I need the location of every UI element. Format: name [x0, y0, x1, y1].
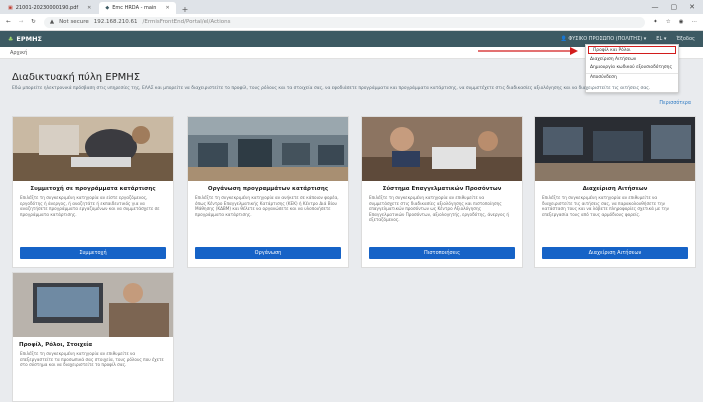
- browser-tab-active[interactable]: ◆ Emc HRDA - main ✕: [99, 2, 175, 14]
- card-training-organization: Οργάνωση προγραμμάτων κατάρτισης Επιλέξτ…: [187, 116, 349, 268]
- breadcrumb-home[interactable]: Αρχική: [10, 50, 27, 56]
- card-qualifications-system: Σύστημα Επαγγελματικών Προσόντων Επιλέξτ…: [361, 116, 523, 268]
- user-menu-button[interactable]: 👤 ΦΥΣΙΚΟ ΠΡΟΣΩΠΟ (ΠΟΛΙΤΗΣ) ▾: [560, 36, 646, 42]
- maximize-icon[interactable]: ▢: [671, 3, 678, 11]
- browser-tab[interactable]: ▣ 21001-20230000190.pdf ✕: [2, 2, 97, 14]
- user-icon: 👤: [560, 36, 566, 42]
- card-description: Επιλέξτε τη συγκεκριμένη κατηγορία αν αν…: [188, 195, 348, 217]
- reload-icon[interactable]: ↻: [31, 19, 36, 25]
- tab-title: 21001-20230000190.pdf: [16, 5, 78, 11]
- certifications-button[interactable]: Πιστοποιήσεις: [369, 247, 515, 259]
- menu-item-logout[interactable]: Αποσύνδεση: [586, 73, 678, 81]
- address-bar[interactable]: ▲ Not secure 192.168.210.61 /ErmisFrontE…: [44, 17, 645, 28]
- card-image: [13, 117, 173, 181]
- bookmark-icon[interactable]: ☆: [666, 19, 671, 25]
- card-description: Επιλέξτε τη συγκεκριμένη κατηγορία αν επ…: [362, 195, 522, 223]
- card-image: [188, 117, 348, 181]
- card-title: Διαχείριση Αιτήσεων: [535, 181, 695, 195]
- card-title: Σύστημα Επαγγελματικών Προσόντων: [362, 181, 522, 195]
- pdf-icon: ▣: [8, 5, 13, 11]
- menu-item-applications[interactable]: Διαχείριση Αιτήσεων: [586, 55, 678, 63]
- close-icon[interactable]: ✕: [87, 5, 91, 11]
- extension-icon[interactable]: ✦: [653, 19, 658, 25]
- forward-icon[interactable]: →: [19, 19, 24, 25]
- page-icon: ◆: [105, 5, 109, 11]
- manage-applications-button[interactable]: Διαχείριση Αιτήσεων: [542, 247, 688, 259]
- browser-toolbar: ← → ↻ ▲ Not secure 192.168.210.61 /Ermis…: [0, 14, 703, 31]
- card-title: Συμμετοχή σε προγράμματα κατάρτισης: [13, 181, 173, 195]
- url-host: 192.168.210.61: [94, 19, 138, 25]
- card-profile-roles: Προφίλ, Ρόλοι, Στοιχεία Επιλέξτε τη συγκ…: [12, 272, 174, 402]
- card-applications-management: Διαχείριση Αιτήσεων Επιλέξτε τη συγκεκρι…: [534, 116, 696, 268]
- minimize-icon[interactable]: —: [652, 3, 659, 11]
- language-button[interactable]: EL ▾: [656, 36, 666, 42]
- card-description: Επιλέξτε τη συγκεκριμένη κατηγορία αν επ…: [535, 195, 695, 217]
- card-image: [362, 117, 522, 181]
- card-training-participation: Συμμετοχή σε προγράμματα κατάρτισης Επιλ…: [12, 116, 174, 268]
- close-icon[interactable]: ✕: [165, 5, 169, 11]
- menu-icon[interactable]: ⋯: [692, 19, 698, 25]
- exit-button[interactable]: Έξοδος: [676, 36, 695, 42]
- language-label: EL: [656, 36, 662, 42]
- more-link[interactable]: Περισσότερα: [659, 101, 691, 106]
- page-intro: Εδώ μπορείτε ηλεκτρονικά πρόσβαση στις υ…: [12, 86, 692, 92]
- brand-name: ΕΡΜΗΣ: [16, 35, 42, 43]
- user-menu-label: ΦΥΣΙΚΟ ΠΡΟΣΩΠΟ (ΠΟΛΙΤΗΣ): [568, 36, 642, 42]
- logo-icon: ♣: [8, 36, 13, 43]
- card-image: [535, 117, 695, 181]
- participation-button[interactable]: Συμμετοχή: [20, 247, 166, 259]
- card-description: Επιλέξτε τη συγκεκριμένη κατηγορία αν επ…: [13, 351, 173, 368]
- new-tab-icon[interactable]: +: [176, 5, 195, 14]
- card-image: [13, 273, 173, 337]
- back-icon[interactable]: ←: [6, 19, 11, 25]
- app-brand[interactable]: ♣ ΕΡΜΗΣ: [8, 35, 42, 43]
- chevron-down-icon: ▾: [644, 36, 647, 42]
- menu-item-profile[interactable]: Προφίλ και Ρόλοι: [588, 46, 676, 54]
- menu-item-authorization-code[interactable]: Δημιουργία κωδικού εξουσιοδότησης: [586, 63, 678, 71]
- not-secure-label: Not secure: [59, 19, 89, 25]
- card-title: Προφίλ, Ρόλοι, Στοιχεία: [13, 337, 173, 351]
- card-description: Επιλέξτε τη συγκεκριμένη κατηγορία αν εί…: [13, 195, 173, 217]
- page-title: Διαδικτυακή πύλη ΕΡΜΗΣ: [12, 72, 140, 83]
- card-title: Οργάνωση προγραμμάτων κατάρτισης: [188, 181, 348, 195]
- organization-button[interactable]: Οργάνωση: [195, 247, 341, 259]
- warning-icon: ▲: [50, 19, 54, 25]
- profile-icon[interactable]: ◉: [679, 19, 684, 25]
- annotation-arrow: [478, 47, 578, 55]
- browser-tab-strip: ▣ 21001-20230000190.pdf ✕ ◆ Emc HRDA - m…: [0, 0, 703, 14]
- url-path: /ErmisFrontEnd/Portal/el/Actions: [142, 19, 230, 25]
- tab-title: Emc HRDA - main: [112, 5, 156, 11]
- close-window-icon[interactable]: ✕: [689, 3, 695, 11]
- window-controls: — ▢ ✕: [644, 3, 703, 14]
